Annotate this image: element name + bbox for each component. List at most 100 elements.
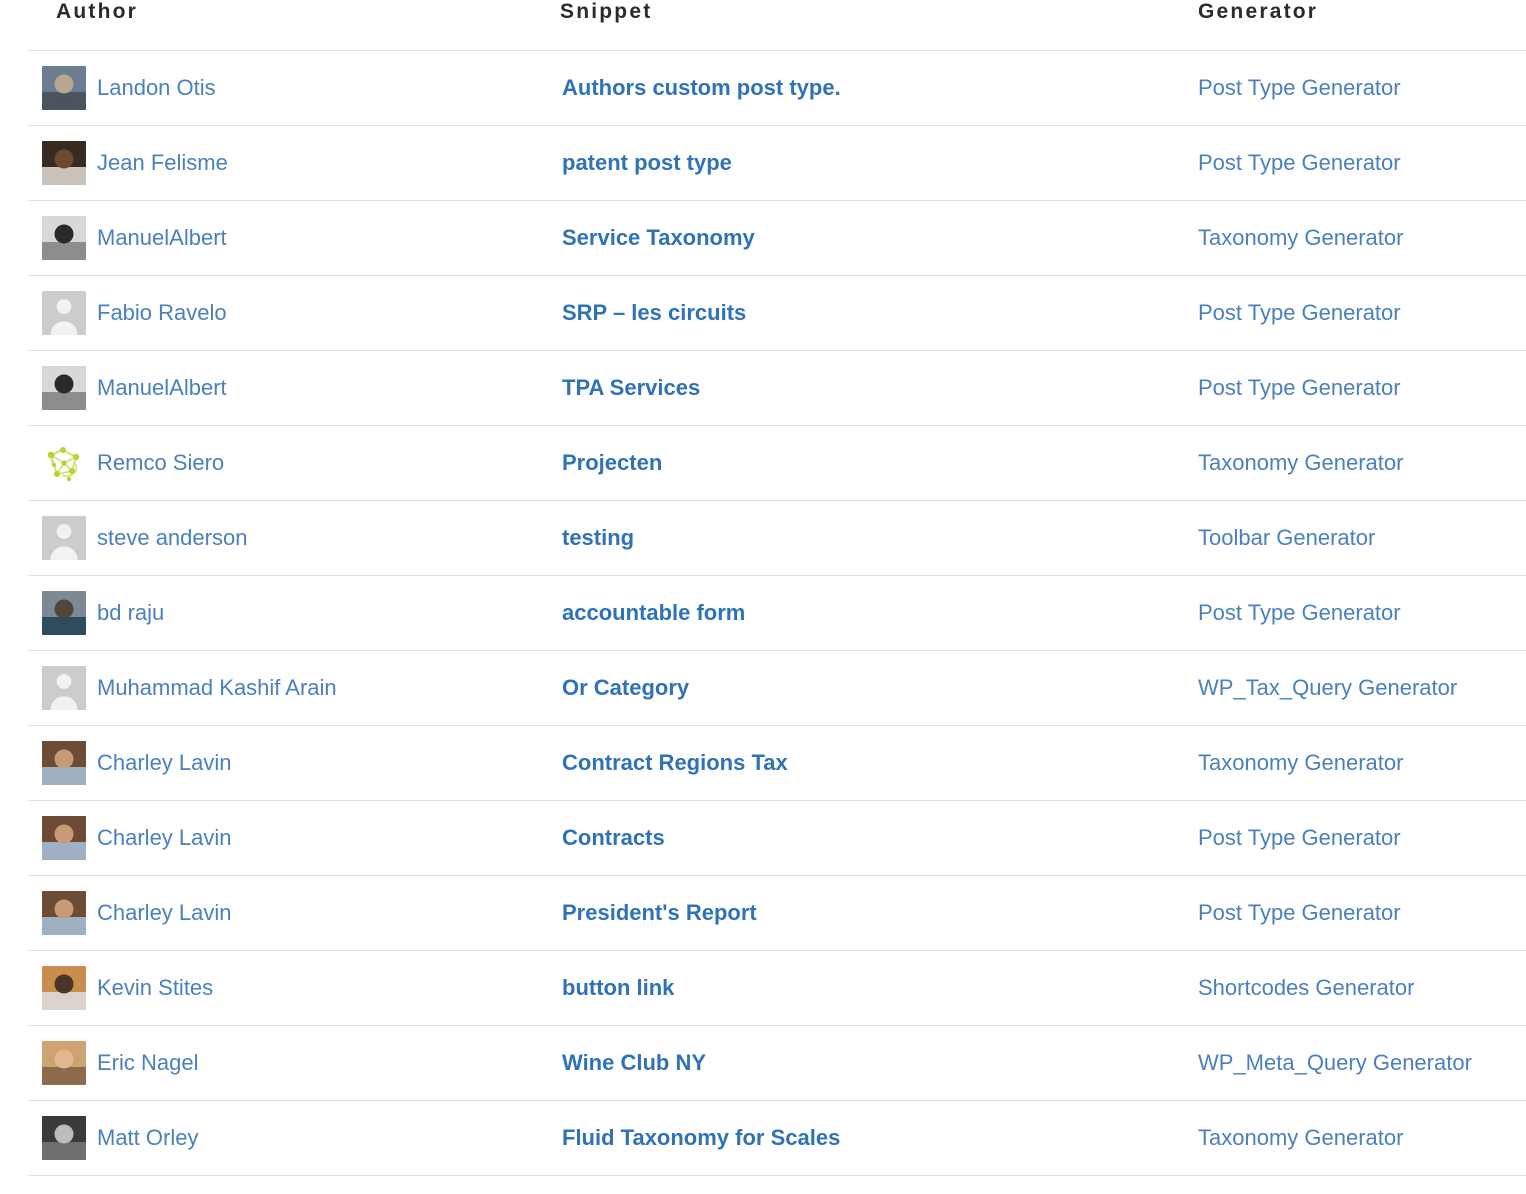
generator-link[interactable]: Toolbar Generator (1198, 525, 1375, 550)
generator-link[interactable]: Post Type Generator (1198, 900, 1401, 925)
author-link[interactable]: Muhammad Kashif Arain (97, 677, 337, 699)
generator-link[interactable]: Taxonomy Generator (1198, 1125, 1403, 1150)
author-link[interactable]: Charley Lavin (97, 902, 232, 924)
snippet-link[interactable]: SRP – les circuits (562, 300, 746, 325)
table-row: Kevin Stites button link Shortcodes Genera… (14, 951, 1526, 1026)
cell-generator: Post Type Generator (1162, 276, 1526, 351)
cell-author: Remco Siero (14, 426, 532, 501)
snippet-cell-inner: Service Taxonomy (532, 227, 1162, 250)
avatar (42, 291, 86, 335)
table-row: Eric Nagel Wine Club NY WP_Meta_Query Gene… (14, 1026, 1526, 1101)
snippet-link[interactable]: Contracts (562, 825, 665, 850)
cell-author: Charley Lavin (14, 726, 532, 801)
snippet-link[interactable]: Or Category (562, 675, 689, 700)
snippet-cell-inner: Contracts (532, 827, 1162, 850)
generator-link[interactable]: Post Type Generator (1198, 75, 1401, 100)
avatar (42, 666, 86, 710)
snippet-link[interactable]: accountable form (562, 600, 745, 625)
cell-author: ManuelAlbert (14, 351, 532, 426)
table-row: steve anderson testing Toolbar Generator (14, 501, 1526, 576)
snippet-link[interactable]: President's Report (562, 900, 757, 925)
author-cell-inner: Charley Lavin (28, 741, 532, 785)
avatar (42, 966, 86, 1010)
author-link[interactable]: steve anderson (97, 527, 247, 549)
cell-author: Landon Otis (14, 51, 532, 126)
snippet-link[interactable]: Authors custom post type. (562, 75, 841, 100)
author-link[interactable]: Eric Nagel (97, 1052, 198, 1074)
generator-cell-inner: Post Type Generator (1162, 827, 1526, 850)
author-link[interactable]: ManuelAlbert (97, 377, 227, 399)
snippet-cell-inner: Projecten (532, 452, 1162, 475)
generator-link[interactable]: Shortcodes Generator (1198, 975, 1414, 1000)
table-row: Fabio Ravelo SRP – les circuits Post Type … (14, 276, 1526, 351)
snippet-link[interactable]: Service Taxonomy (562, 225, 755, 250)
cell-generator: Post Type Generator (1162, 126, 1526, 201)
table-row: Jean Felisme patent post type Post Type Ge… (14, 126, 1526, 201)
snippet-link[interactable]: Projecten (562, 450, 662, 475)
avatar (42, 741, 86, 785)
avatar (42, 441, 86, 485)
author-link[interactable]: Landon Otis (97, 77, 216, 99)
snippet-link[interactable]: TPA Services (562, 375, 700, 400)
table-header-row: Author Snippet Generator (14, 0, 1526, 51)
avatar (42, 1041, 86, 1085)
author-cell-inner: steve anderson (28, 516, 532, 560)
generator-cell-inner: Post Type Generator (1162, 152, 1526, 175)
generator-link[interactable]: Taxonomy Generator (1198, 225, 1403, 250)
snippet-cell-inner: testing (532, 527, 1162, 550)
column-header-generator: Generator (1162, 0, 1526, 51)
author-cell-inner: Jean Felisme (28, 141, 532, 185)
cell-generator: WP_Tax_Query Generator (1162, 651, 1526, 726)
cell-generator: Post Type Generator (1162, 351, 1526, 426)
table-header: Author Snippet Generator (14, 0, 1526, 51)
table-row: Matt Orley Fluid Taxonomy for Scales Taxon… (14, 1101, 1526, 1176)
author-link[interactable]: Remco Siero (97, 452, 224, 474)
cell-generator: Toolbar Generator (1162, 501, 1526, 576)
snippet-link[interactable]: button link (562, 975, 674, 1000)
author-link[interactable]: Fabio Ravelo (97, 302, 227, 324)
author-cell-inner: Charley Lavin (28, 891, 532, 935)
avatar (42, 816, 86, 860)
generator-link[interactable]: Post Type Generator (1198, 600, 1401, 625)
snippet-cell-inner: patent post type (532, 152, 1162, 175)
author-link[interactable]: ManuelAlbert (97, 227, 227, 249)
snippet-link[interactable]: Fluid Taxonomy for Scales (562, 1125, 840, 1150)
cell-author: steve anderson (14, 501, 532, 576)
cell-snippet: Wine Club NY (532, 1026, 1162, 1101)
author-link[interactable]: Jean Felisme (97, 152, 228, 174)
generator-link[interactable]: WP_Tax_Query Generator (1198, 675, 1457, 700)
avatar (42, 216, 86, 260)
author-link[interactable]: Charley Lavin (97, 752, 232, 774)
generator-link[interactable]: Post Type Generator (1198, 825, 1401, 850)
author-link[interactable]: Matt Orley (97, 1127, 198, 1149)
generator-link[interactable]: Taxonomy Generator (1198, 450, 1403, 475)
generator-cell-inner: Toolbar Generator (1162, 527, 1526, 550)
generator-link[interactable]: WP_Meta_Query Generator (1198, 1050, 1472, 1075)
generator-cell-inner: WP_Meta_Query Generator (1162, 1052, 1526, 1075)
author-cell-inner: Fabio Ravelo (28, 291, 532, 335)
snippet-link[interactable]: testing (562, 525, 634, 550)
cell-snippet: Service Taxonomy (532, 201, 1162, 276)
generator-link[interactable]: Post Type Generator (1198, 150, 1401, 175)
snippet-link[interactable]: Wine Club NY (562, 1050, 706, 1075)
author-link[interactable]: bd raju (97, 602, 164, 624)
table-row: Remco Siero Projecten Taxonomy Generator (14, 426, 1526, 501)
author-link[interactable]: Charley Lavin (97, 827, 232, 849)
generator-cell-inner: Post Type Generator (1162, 602, 1526, 625)
generator-link[interactable]: Post Type Generator (1198, 300, 1401, 325)
cell-generator: Post Type Generator (1162, 576, 1526, 651)
snippet-link[interactable]: patent post type (562, 150, 732, 175)
generator-link[interactable]: Post Type Generator (1198, 375, 1401, 400)
author-link[interactable]: Kevin Stites (97, 977, 213, 999)
cell-generator: Taxonomy Generator (1162, 726, 1526, 801)
author-cell-inner: Remco Siero (28, 441, 532, 485)
cell-author: Fabio Ravelo (14, 276, 532, 351)
snippet-cell-inner: SRP – les circuits (532, 302, 1162, 325)
cell-snippet: Authors custom post type. (532, 51, 1162, 126)
snippet-cell-inner: accountable form (532, 602, 1162, 625)
avatar (42, 891, 86, 935)
snippet-link[interactable]: Contract Regions Tax (562, 750, 788, 775)
generator-link[interactable]: Taxonomy Generator (1198, 750, 1403, 775)
avatar (42, 366, 86, 410)
cell-generator: Shortcodes Generator (1162, 951, 1526, 1026)
